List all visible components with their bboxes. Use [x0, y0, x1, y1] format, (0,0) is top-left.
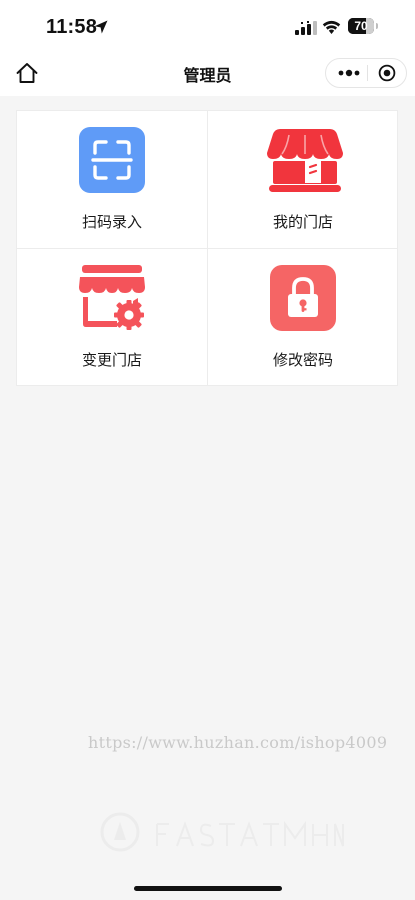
scan-icon [79, 127, 145, 193]
lock-icon [270, 265, 336, 331]
store-icon [267, 129, 343, 192]
store-settings-icon [79, 265, 145, 330]
menu-item-label: 变更门店 [81, 351, 142, 369]
menu-grid: 扫码录入 我的门店 变更门店 修改密码 [16, 110, 398, 386]
watermark-url: https://www.huzhan.com/ishop4009 [88, 733, 388, 752]
nav-bar: 管理员 [0, 50, 415, 96]
watermark-logo [100, 812, 140, 852]
capsule-divider [367, 65, 368, 81]
home-indicator[interactable] [134, 886, 282, 891]
menu-item-label: 修改密码 [272, 351, 333, 369]
wifi-icon [322, 20, 341, 34]
menu-item-change-password[interactable]: 修改密码 [208, 249, 398, 386]
watermark-brand-logo [155, 820, 345, 857]
battery-indicator: 70 [348, 18, 374, 34]
battery-level: 70 [354, 19, 368, 33]
menu-item-label: 我的门店 [272, 213, 333, 231]
cellular-signal-icon [295, 21, 317, 35]
menu-item-label: 扫码录入 [81, 213, 142, 231]
more-icon[interactable] [337, 66, 361, 80]
menu-item-change-store[interactable]: 变更门店 [17, 249, 207, 386]
mini-program-capsule [325, 58, 407, 88]
location-arrow-icon [94, 20, 108, 34]
battery-cap [376, 23, 378, 29]
status-time: 11:58 [46, 16, 98, 38]
close-target-icon[interactable] [378, 64, 396, 82]
menu-item-my-store[interactable]: 我的门店 [208, 111, 398, 248]
status-bar: 11:58 70 [0, 0, 415, 50]
menu-item-scan-entry[interactable]: 扫码录入 [17, 111, 207, 248]
watermark-brand-mark [156, 820, 344, 847]
